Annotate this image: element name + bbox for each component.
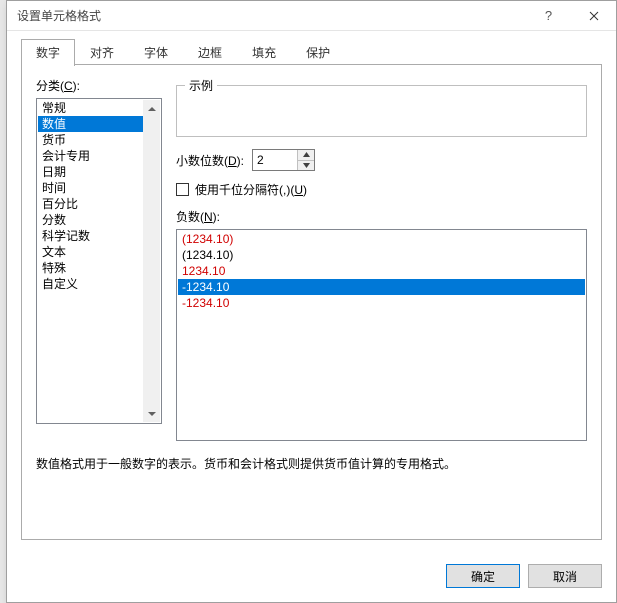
negative-numbers-section: 负数(N): (1234.10)(1234.10)1234.10-1234.10… [176, 208, 587, 441]
format-description: 数值格式用于一般数字的表示。货币和会计格式则提供货币值计算的专用格式。 [36, 455, 587, 525]
tab-3[interactable]: 边框 [183, 39, 237, 65]
tabstrip: 数字对齐字体边框填充保护 [21, 41, 602, 65]
negative-format-item[interactable]: -1234.10 [178, 295, 585, 311]
tab-1[interactable]: 对齐 [75, 39, 129, 65]
close-icon [589, 11, 599, 21]
category-items: 常规数值货币会计专用日期时间百分比分数科学记数文本特殊自定义 [38, 100, 143, 422]
category-item[interactable]: 百分比 [38, 196, 143, 212]
titlebar: 设置单元格格式 ? [7, 1, 616, 31]
tab-5[interactable]: 保护 [291, 39, 345, 65]
settings-column: 示例 小数位数(D): [176, 77, 587, 441]
negative-format-item[interactable]: (1234.10) [178, 247, 585, 263]
category-item[interactable]: 文本 [38, 244, 143, 260]
category-item[interactable]: 日期 [38, 164, 143, 180]
chevron-down-icon [303, 163, 310, 168]
content-columns: 分类(C): 常规数值货币会计专用日期时间百分比分数科学记数文本特殊自定义 示例 [36, 77, 587, 441]
category-column: 分类(C): 常规数值货币会计专用日期时间百分比分数科学记数文本特殊自定义 [36, 77, 162, 441]
thousands-separator-label: 使用千位分隔符(,)(U) [195, 181, 307, 198]
chevron-down-icon [148, 410, 156, 418]
negative-numbers-listbox[interactable]: (1234.10)(1234.10)1234.10-1234.10-1234.1… [176, 229, 587, 441]
decimal-places-label: 小数位数(D): [176, 152, 244, 169]
spinner-down-button[interactable] [298, 160, 314, 171]
negative-format-item[interactable]: 1234.10 [178, 263, 585, 279]
negative-numbers-items: (1234.10)(1234.10)1234.10-1234.10-1234.1… [178, 231, 585, 439]
scroll-down-button[interactable] [143, 405, 160, 422]
category-item[interactable]: 货币 [38, 132, 143, 148]
sample-groupbox: 示例 [176, 77, 587, 137]
decimal-places-spinner[interactable] [252, 149, 315, 171]
spinner-buttons [297, 150, 314, 170]
scroll-track[interactable] [143, 117, 160, 405]
ok-button[interactable]: 确定 [446, 564, 520, 588]
negative-format-item[interactable]: -1234.10 [178, 279, 585, 295]
category-item[interactable]: 会计专用 [38, 148, 143, 164]
negative-format-item[interactable]: (1234.10) [178, 231, 585, 247]
tab-0[interactable]: 数字 [21, 39, 75, 66]
scroll-up-button[interactable] [143, 100, 160, 117]
tab-2[interactable]: 字体 [129, 39, 183, 65]
category-item[interactable]: 科学记数 [38, 228, 143, 244]
tab-4[interactable]: 填充 [237, 39, 291, 65]
category-item[interactable]: 时间 [38, 180, 143, 196]
category-item[interactable]: 分数 [38, 212, 143, 228]
close-button[interactable] [571, 1, 616, 30]
spinner-up-button[interactable] [298, 150, 314, 160]
category-item[interactable]: 数值 [38, 116, 143, 132]
help-button[interactable]: ? [526, 1, 571, 30]
cancel-button[interactable]: 取消 [528, 564, 602, 588]
category-label: 分类(C): [36, 77, 162, 94]
tab-pane-number: 分类(C): 常规数值货币会计专用日期时间百分比分数科学记数文本特殊自定义 示例 [21, 65, 602, 540]
dialog-title: 设置单元格格式 [17, 7, 526, 24]
category-item[interactable]: 特殊 [38, 260, 143, 276]
format-cells-dialog: 设置单元格格式 ? 数字对齐字体边框填充保护 分类(C): 常规数值货币会计专用… [6, 0, 617, 603]
sample-value [185, 100, 578, 128]
sample-legend: 示例 [185, 77, 217, 94]
decimal-places-input[interactable] [253, 150, 297, 170]
category-item[interactable]: 常规 [38, 100, 143, 116]
scrollbar[interactable] [143, 100, 160, 422]
thousands-separator-checkbox[interactable]: 使用千位分隔符(,)(U) [176, 181, 587, 198]
dialog-footer: 确定 取消 [7, 554, 616, 602]
decimal-places-row: 小数位数(D): [176, 149, 587, 171]
category-item[interactable]: 自定义 [38, 276, 143, 292]
chevron-up-icon [148, 105, 156, 113]
chevron-up-icon [303, 152, 310, 157]
dialog-body: 数字对齐字体边框填充保护 分类(C): 常规数值货币会计专用日期时间百分比分数科… [7, 31, 616, 554]
negative-numbers-label: 负数(N): [176, 208, 587, 225]
category-listbox[interactable]: 常规数值货币会计专用日期时间百分比分数科学记数文本特殊自定义 [36, 98, 162, 424]
checkbox-box [176, 183, 189, 196]
